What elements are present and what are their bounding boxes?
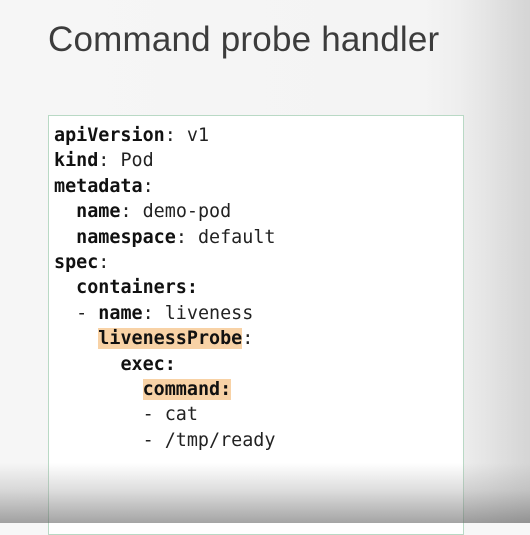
yaml-text: - cat [54,404,198,426]
yaml-text: - /tmp/ready [54,429,276,451]
code-line: metadata: [54,174,275,199]
yaml-key: name [98,302,143,324]
yaml-key: apiVersion [54,125,165,146]
yaml-text: : [142,175,154,197]
yaml-key: spec [54,251,99,273]
yaml-text: : liveness [142,302,254,324]
yaml-key: : [164,353,176,375]
yaml-key: metadata [54,175,143,197]
yaml-text [54,379,143,400]
code-line: apiVersion: v1 [54,123,275,148]
yaml-text: : [98,251,110,273]
yaml-text: : default [175,226,276,248]
yaml-text [54,201,76,222]
yaml-key: : [186,277,198,299]
code-line: name: demo-pod [54,199,275,224]
yaml-key: kind [54,150,99,172]
code-panel: apiVersion: v1 kind: Pod metadata: name: d… [48,115,464,535]
code-line: - name: liveness [54,301,275,326]
code-line: spec: [54,250,275,275]
code-line: command: [54,377,275,402]
highlighted-token: livenessProbe [98,328,243,350]
highlighted-token: command: [142,378,232,400]
yaml-text: - [54,302,99,324]
code-line: - /tmp/ready [54,428,276,453]
yaml-text [54,277,76,298]
yaml-text [54,354,120,375]
yaml-text [54,328,98,349]
code-line: livenessProbe: [54,326,275,351]
code-line: kind: Pod [54,148,275,173]
right-shade [460,0,530,523]
yaml-text: : demo-pod [120,201,232,223]
code-line: exec: [54,352,275,377]
yaml-key: name [76,201,121,223]
yaml-text: : v1 [164,125,210,146]
slide: Command probe handler apiVersion: v1 kind… [0,0,530,535]
yaml-text: : [242,328,254,350]
yaml-text: : Pod [98,150,154,172]
yaml-text [54,227,76,248]
code-line: namespace: default [54,225,275,250]
yaml-key: containers [76,277,187,299]
slide-title: Command probe handler [48,20,440,59]
code-line: - cat [54,402,275,427]
yaml-key: exec [120,353,165,375]
code-line: containers: [54,275,275,300]
yaml-key: namespace [76,226,176,248]
yaml-code-block: apiVersion: v1 kind: Pod metadata: name: d… [54,123,275,453]
